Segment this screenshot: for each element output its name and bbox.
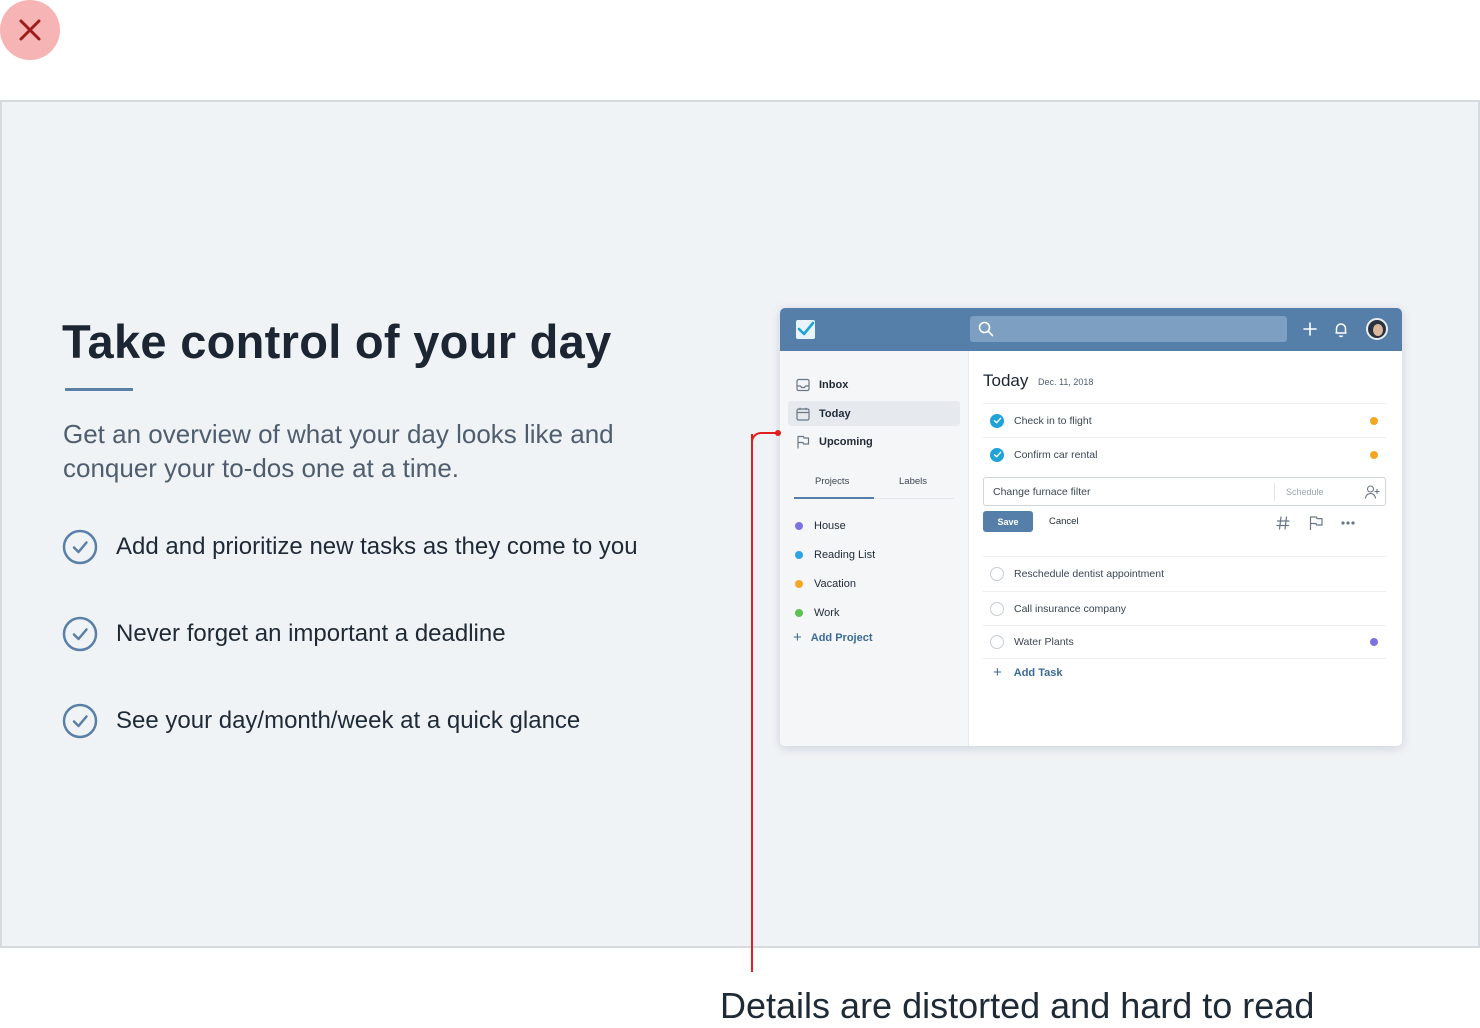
project-item-vacation[interactable]: Vacation xyxy=(795,578,856,590)
task-label: Check in to flight xyxy=(1014,414,1092,427)
tab-labels[interactable]: Labels xyxy=(899,476,927,487)
add-task-label: Add Task xyxy=(1013,666,1063,679)
plus-icon: + xyxy=(793,629,802,646)
sidebar-item-today[interactable]: Today xyxy=(788,401,960,426)
project-label: Work xyxy=(814,607,840,619)
main-content: Today Dec. 11, 2018 Check in to flight C… xyxy=(969,351,1402,746)
add-task-button[interactable]: + Add Task xyxy=(993,664,1062,681)
save-button[interactable]: Save xyxy=(983,511,1033,532)
sidebar-item-upcoming[interactable]: Upcoming xyxy=(788,429,960,454)
task-edit-value: Change furnace filter xyxy=(993,486,1091,498)
title-underline xyxy=(65,388,133,391)
feature-text: Never forget an important a deadline xyxy=(116,620,506,647)
task-label: Water Plants xyxy=(1014,636,1074,648)
app-preview: Inbox Today Upcoming Projects Labels Hou… xyxy=(780,308,1402,746)
task-complete-checkbox[interactable] xyxy=(990,413,1004,428)
priority-dot xyxy=(1370,638,1378,646)
more-options-icon[interactable] xyxy=(1340,515,1356,531)
add-project-button[interactable]: + Add Project xyxy=(793,629,873,646)
priority-dot xyxy=(1370,416,1378,425)
add-icon[interactable] xyxy=(1300,319,1320,339)
hero-subtitle: Get an overview of what your day looks l… xyxy=(63,419,614,483)
project-item-work[interactable]: Work xyxy=(795,607,839,619)
project-color-dot xyxy=(795,609,803,617)
flag-icon xyxy=(797,435,810,448)
project-item-reading-list[interactable]: Reading List xyxy=(795,549,875,561)
task-edit-input[interactable]: Change furnace filter Schedule xyxy=(983,477,1386,506)
task-row[interactable]: Water Plants xyxy=(983,625,1386,659)
feature-item: Add and prioritize new tasks as they com… xyxy=(62,529,638,565)
flag-icon[interactable] xyxy=(1308,515,1324,531)
task-complete-checkbox[interactable] xyxy=(990,601,1004,616)
inbox-icon xyxy=(796,378,810,391)
page: Take control of your day Get an overview… xyxy=(0,0,1480,1028)
plus-icon: + xyxy=(993,664,1002,681)
project-color-dot xyxy=(795,522,803,530)
page-date: Dec. 11, 2018 xyxy=(1038,377,1094,387)
calendar-icon xyxy=(796,407,810,421)
feature-item: See your day/month/week at a quick glanc… xyxy=(62,703,580,739)
sidebar: Inbox Today Upcoming Projects Labels Hou… xyxy=(780,351,969,746)
feature-item: Never forget an important a deadline xyxy=(62,616,506,652)
close-icon xyxy=(19,19,41,41)
assign-person-icon[interactable] xyxy=(1364,484,1380,500)
task-complete-checkbox[interactable] xyxy=(990,566,1004,581)
close-button[interactable] xyxy=(0,0,60,60)
app-header xyxy=(780,308,1402,351)
project-label: Vacation xyxy=(814,578,856,590)
project-label: House xyxy=(814,520,846,532)
schedule-field[interactable]: Schedule xyxy=(1274,483,1324,501)
task-complete-checkbox[interactable] xyxy=(990,447,1004,462)
project-item-house[interactable]: House xyxy=(795,520,846,532)
feature-text: See your day/month/week at a quick glanc… xyxy=(116,707,581,734)
annotation-text: Details are distorted and hard to read xyxy=(720,985,1315,1026)
task-row[interactable]: Confirm car rental xyxy=(983,437,1386,471)
sidebar-tabs: Projects Labels xyxy=(794,470,954,499)
task-label: Reschedule dentist appointment xyxy=(1014,567,1165,580)
sidebar-item-label: Today xyxy=(819,407,851,420)
task-complete-checkbox[interactable] xyxy=(990,635,1004,649)
search-input[interactable] xyxy=(970,316,1287,342)
hashtag-icon[interactable] xyxy=(1275,515,1291,531)
sidebar-item-label: Upcoming xyxy=(819,435,873,448)
check-icon xyxy=(993,417,1001,424)
bell-icon[interactable] xyxy=(1331,319,1351,339)
avatar[interactable] xyxy=(1366,318,1388,340)
active-tab-indicator xyxy=(794,497,874,499)
project-color-dot xyxy=(795,551,803,559)
project-label: Reading List xyxy=(814,549,876,561)
feature-text: Add and prioritize new tasks as they com… xyxy=(116,533,638,560)
app-logo-icon xyxy=(796,320,815,339)
add-project-label: Add Project xyxy=(810,631,873,644)
check-circle-icon xyxy=(62,616,98,652)
avatar-face xyxy=(1373,324,1383,336)
task-row[interactable]: Reschedule dentist appointment xyxy=(983,556,1386,590)
check-circle-icon xyxy=(62,529,98,565)
task-row[interactable]: Check in to flight xyxy=(983,403,1386,437)
annotation-line xyxy=(751,434,753,972)
content-panel: Take control of your day Get an overview… xyxy=(0,100,1480,948)
project-color-dot xyxy=(795,580,803,588)
sidebar-item-inbox[interactable]: Inbox xyxy=(788,372,960,397)
sidebar-item-label: Inbox xyxy=(819,378,849,391)
cancel-button[interactable]: Cancel xyxy=(1049,516,1079,527)
task-row[interactable]: Call insurance company xyxy=(983,591,1386,625)
page-title: Today xyxy=(983,371,1029,390)
task-label: Confirm car rental xyxy=(1014,448,1098,461)
tab-projects[interactable]: Projects xyxy=(815,476,849,487)
priority-dot xyxy=(1370,450,1378,459)
task-label: Call insurance company xyxy=(1014,602,1127,615)
search-icon xyxy=(978,321,994,337)
check-circle-icon xyxy=(62,703,98,739)
annotation-marker xyxy=(775,430,781,436)
hero-title: Take control of your day xyxy=(62,315,612,368)
check-icon xyxy=(993,451,1001,458)
